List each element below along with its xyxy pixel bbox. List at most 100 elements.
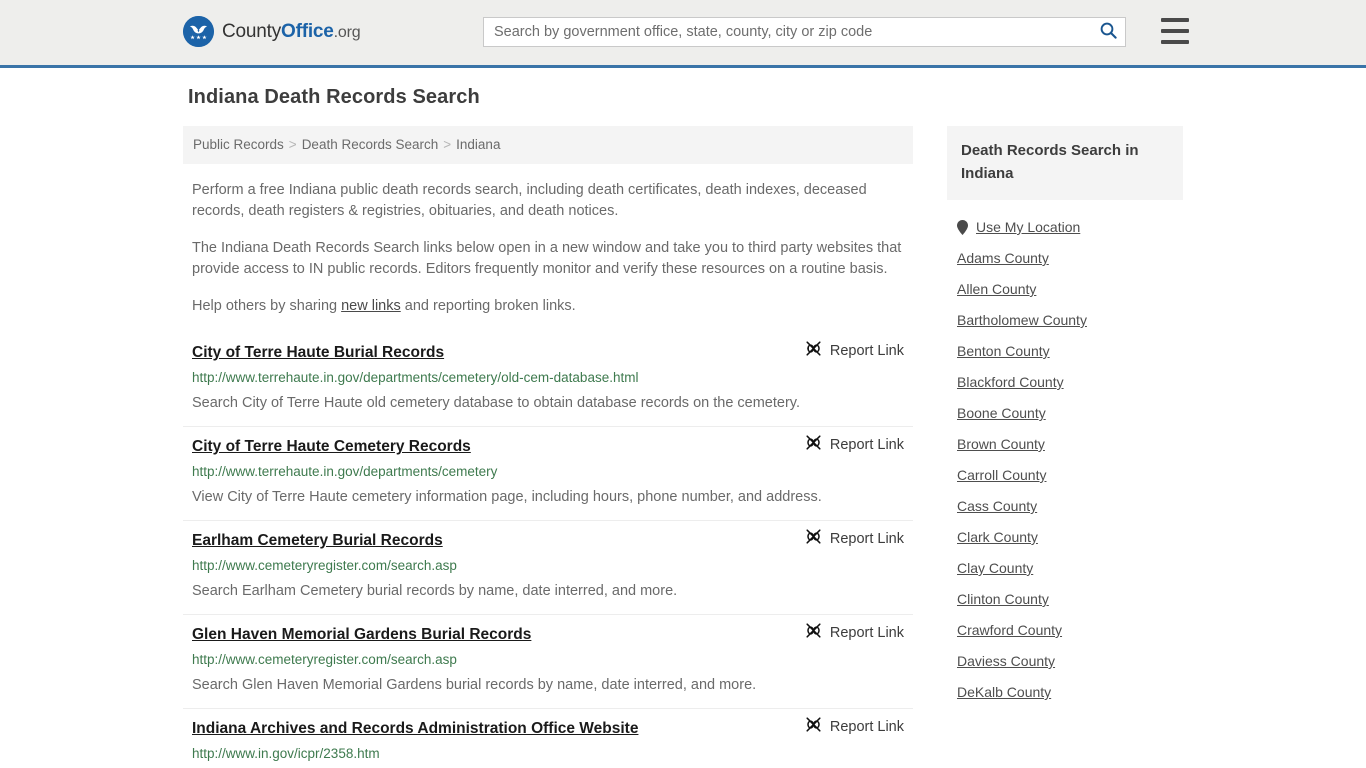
county-link[interactable]: Adams County <box>957 250 1049 266</box>
site-logo-text: CountyOffice.org <box>222 20 361 43</box>
logo-text-office: Office <box>281 20 334 42</box>
broken-link-icon <box>805 622 822 644</box>
page-container: Indiana Death Records Search Public Reco… <box>183 68 1183 768</box>
sidebar-item-county[interactable]: Bartholomew County <box>947 305 1183 336</box>
breadcrumb-item-0[interactable]: Public Records <box>193 137 284 152</box>
sidebar-item-county[interactable]: Allen County <box>947 274 1183 305</box>
breadcrumb-item-1[interactable]: Death Records Search <box>302 137 439 152</box>
result-header: Indiana Archives and Records Administrat… <box>192 716 904 740</box>
county-link[interactable]: Clinton County <box>957 591 1049 607</box>
county-link[interactable]: Benton County <box>957 343 1050 359</box>
report-link-button[interactable]: Report Link <box>805 716 904 738</box>
county-link[interactable]: Brown County <box>957 436 1045 452</box>
report-link-label: Report Link <box>829 343 904 359</box>
sidebar-item-county[interactable]: Crawford County <box>947 615 1183 646</box>
county-link[interactable]: DeKalb County <box>957 684 1051 700</box>
report-link-button[interactable]: Report Link <box>805 622 904 644</box>
result-title-link[interactable]: Earlham Cemetery Burial Records <box>192 530 443 552</box>
breadcrumb-separator-0: > <box>288 137 297 152</box>
result-description: Search Glen Haven Memorial Gardens buria… <box>192 677 757 693</box>
result-url: http://www.in.gov/icpr/2358.htm <box>192 746 380 761</box>
logo-text-org: .org <box>333 23 361 41</box>
county-link[interactable]: Cass County <box>957 498 1037 514</box>
sidebar-item-county[interactable]: Daviess County <box>947 646 1183 677</box>
search-button[interactable] <box>1091 18 1125 46</box>
main-column: Public Records > Death Records Search > Indi… <box>183 126 913 768</box>
result-url: http://www.terrehaute.in.gov/departments… <box>192 370 639 385</box>
county-link[interactable]: Daviess County <box>957 653 1055 669</box>
county-link[interactable]: Bartholomew County <box>957 312 1087 328</box>
county-link[interactable]: Crawford County <box>957 622 1062 638</box>
content-columns: Public Records > Death Records Search > Indi… <box>183 126 1183 768</box>
sidebar-item-county[interactable]: Carroll County <box>947 460 1183 491</box>
page-title: Indiana Death Records Search <box>188 86 480 108</box>
sidebar-item-county[interactable]: Brown County <box>947 429 1183 460</box>
result-url: http://www.cemeteryregister.com/search.a… <box>192 558 457 573</box>
result-title-link[interactable]: City of Terre Haute Burial Records <box>192 342 444 364</box>
search-bar <box>483 17 1126 47</box>
report-link-label: Report Link <box>829 719 904 735</box>
result-url: http://www.terrehaute.in.gov/departments… <box>192 464 498 479</box>
sidebar-item-use-my-location[interactable]: Use My Location <box>947 212 1183 243</box>
result-description: Search Earlham Cemetery burial records b… <box>192 583 678 599</box>
report-link-label: Report Link <box>829 437 904 453</box>
sidebar-item-county[interactable]: Clay County <box>947 553 1183 584</box>
intro-paragraph-2: The Indiana Death Records Search links b… <box>192 240 902 277</box>
sidebar-item-county[interactable]: Blackford County <box>947 367 1183 398</box>
result-item: City of Terre Haute Burial Records Repor… <box>183 333 913 427</box>
eagle-stars-logo-icon <box>183 16 214 47</box>
result-header: City of Terre Haute Burial Records Repor… <box>192 340 904 364</box>
result-item: City of Terre Haute Cemetery Records Rep… <box>183 427 913 521</box>
search-input[interactable] <box>484 18 1091 46</box>
result-item: Indiana Archives and Records Administrat… <box>183 709 913 768</box>
county-link[interactable]: Boone County <box>957 405 1046 421</box>
intro-paragraph-3: Help others by sharing new links and rep… <box>183 296 913 317</box>
breadcrumb: Public Records > Death Records Search > Indi… <box>183 126 913 164</box>
breadcrumb-item-2: Indiana <box>456 137 501 152</box>
intro-paragraph-1: Perform a free Indiana public death reco… <box>192 182 867 219</box>
site-logo-link[interactable]: CountyOffice.org <box>183 16 361 47</box>
new-links-link[interactable]: new links <box>341 298 401 314</box>
report-link-button[interactable]: Report Link <box>805 434 904 456</box>
result-header: Earlham Cemetery Burial Records Report L… <box>192 528 904 552</box>
menu-bar-1 <box>1161 18 1189 22</box>
header-inner: CountyOffice.org <box>183 0 1189 65</box>
report-link-label: Report Link <box>829 625 904 641</box>
sidebar-item-county[interactable]: DeKalb County <box>947 677 1183 708</box>
map-pin-icon <box>957 219 968 235</box>
sidebar-item-county[interactable]: Adams County <box>947 243 1183 274</box>
county-link[interactable]: Clay County <box>957 560 1033 576</box>
share-text-after: and reporting broken links. <box>400 298 576 314</box>
sidebar-item-county[interactable]: Cass County <box>947 491 1183 522</box>
result-title-link[interactable]: Indiana Archives and Records Administrat… <box>192 718 638 740</box>
site-header: CountyOffice.org <box>0 0 1366 68</box>
sidebar-item-county[interactable]: Benton County <box>947 336 1183 367</box>
report-link-label: Report Link <box>829 531 904 547</box>
result-title-link[interactable]: Glen Haven Memorial Gardens Burial Recor… <box>192 624 531 646</box>
result-title-link[interactable]: City of Terre Haute Cemetery Records <box>192 436 471 458</box>
result-header: City of Terre Haute Cemetery Records Rep… <box>192 434 904 458</box>
sidebar-county-list: Use My Location Adams County Allen Count… <box>947 200 1183 708</box>
search-icon <box>1100 22 1117 42</box>
sidebar-item-county[interactable]: Clinton County <box>947 584 1183 615</box>
share-text-before: Help others by sharing <box>192 298 342 314</box>
result-item: Glen Haven Memorial Gardens Burial Recor… <box>183 615 913 709</box>
county-link[interactable]: Carroll County <box>957 467 1046 483</box>
report-link-button[interactable]: Report Link <box>805 340 904 362</box>
county-link[interactable]: Blackford County <box>957 374 1064 390</box>
broken-link-icon <box>805 716 822 738</box>
result-description: Search City of Terre Haute old cemetery … <box>192 395 800 411</box>
sidebar-item-county[interactable]: Clark County <box>947 522 1183 553</box>
report-link-button[interactable]: Report Link <box>805 528 904 550</box>
hamburger-menu-icon[interactable] <box>1161 18 1191 44</box>
use-my-location-link[interactable]: Use My Location <box>976 219 1080 235</box>
sidebar-item-county[interactable]: Boone County <box>947 398 1183 429</box>
result-header: Glen Haven Memorial Gardens Burial Recor… <box>192 622 904 646</box>
broken-link-icon <box>805 528 822 550</box>
broken-link-icon <box>805 434 822 456</box>
county-link[interactable]: Allen County <box>957 281 1036 297</box>
logo-text-county: County <box>222 20 282 42</box>
result-item: Earlham Cemetery Burial Records Report L… <box>183 521 913 615</box>
breadcrumb-separator-1: > <box>443 137 452 152</box>
county-link[interactable]: Clark County <box>957 529 1038 545</box>
